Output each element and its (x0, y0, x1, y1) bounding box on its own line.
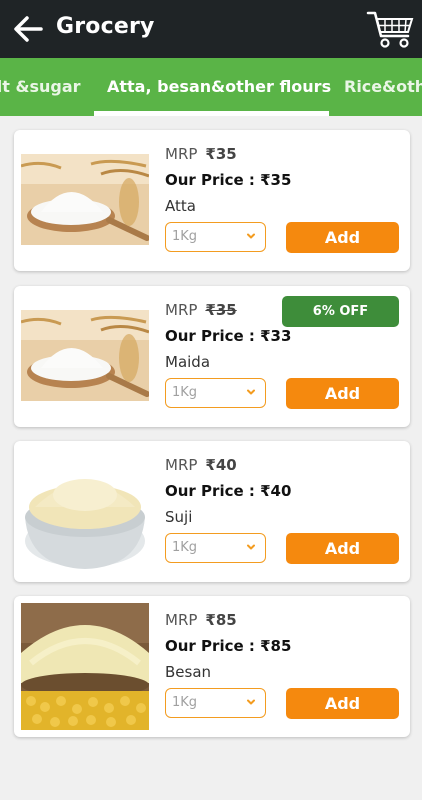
tab-salt-sugar[interactable]: alt &sugar (0, 77, 81, 96)
add-button[interactable]: Add (286, 533, 399, 564)
chevron-down-icon (247, 544, 255, 550)
mrp-label: MRP (165, 301, 198, 319)
quantity-dropdown[interactable]: 1Kg (165, 222, 266, 252)
back-button[interactable] (12, 13, 44, 45)
tab-rice[interactable]: Rice&oth (344, 77, 422, 96)
quantity-dropdown[interactable]: 1Kg (165, 533, 266, 563)
product-card-atta: MRP ₹35 Our Price : ₹35 Atta 1Kg Add (14, 130, 410, 271)
product-image-suji (21, 455, 149, 573)
product-name: Besan (165, 663, 212, 681)
mrp-value: ₹35 (205, 301, 237, 319)
product-card-maida: MRP ₹35 6% OFF Our Price : ₹33 Maida 1Kg … (14, 286, 410, 427)
product-name: Maida (165, 353, 211, 371)
add-button[interactable]: Add (286, 688, 399, 719)
mrp-label: MRP (165, 456, 198, 474)
mrp-value: ₹40 (205, 456, 237, 474)
product-image-besan (21, 603, 149, 730)
mrp-value: ₹35 (205, 145, 237, 163)
product-card-suji: MRP ₹40 Our Price : ₹40 Suji 1Kg Add (14, 441, 410, 582)
chevron-down-icon (247, 699, 255, 705)
quantity-value: 1Kg (172, 385, 198, 400)
quantity-dropdown[interactable]: 1Kg (165, 378, 266, 408)
our-price: Our Price : ₹40 (165, 482, 292, 500)
quantity-dropdown[interactable]: 1Kg (165, 688, 266, 718)
mrp-row: MRP ₹35 (165, 145, 237, 163)
mrp-label: MRP (165, 145, 198, 163)
add-button[interactable]: Add (286, 378, 399, 409)
our-price: Our Price : ₹35 (165, 171, 292, 189)
product-name: Atta (165, 197, 196, 215)
quantity-value: 1Kg (172, 229, 198, 244)
arrow-left-icon (14, 16, 43, 42)
mrp-row: MRP ₹35 (165, 301, 237, 319)
app-bar: Grocery (0, 0, 422, 58)
add-button[interactable]: Add (286, 222, 399, 253)
product-image-maida (21, 310, 149, 401)
chevron-down-icon (247, 233, 255, 239)
product-name: Suji (165, 508, 193, 526)
quantity-value: 1Kg (172, 540, 198, 555)
our-price: Our Price : ₹33 (165, 327, 292, 345)
discount-badge: 6% OFF (282, 296, 399, 327)
mrp-label: MRP (165, 611, 198, 629)
mrp-value: ₹85 (205, 611, 237, 629)
mrp-row: MRP ₹85 (165, 611, 237, 629)
product-card-besan: MRP ₹85 Our Price : ₹85 Besan 1Kg Add (14, 596, 410, 737)
mrp-row: MRP ₹40 (165, 456, 237, 474)
tab-atta-besan-flours[interactable]: Atta, besan&other flours (107, 77, 331, 96)
cart-button[interactable] (366, 8, 416, 50)
page-title: Grocery (56, 14, 155, 39)
product-image-atta (21, 154, 149, 245)
selected-tab-indicator (94, 111, 329, 116)
chevron-down-icon (247, 389, 255, 395)
our-price: Our Price : ₹85 (165, 637, 292, 655)
category-tabs: alt &sugar Atta, besan&other flours Rice… (0, 58, 422, 116)
quantity-value: 1Kg (172, 695, 198, 710)
shopping-cart-icon (366, 11, 414, 48)
